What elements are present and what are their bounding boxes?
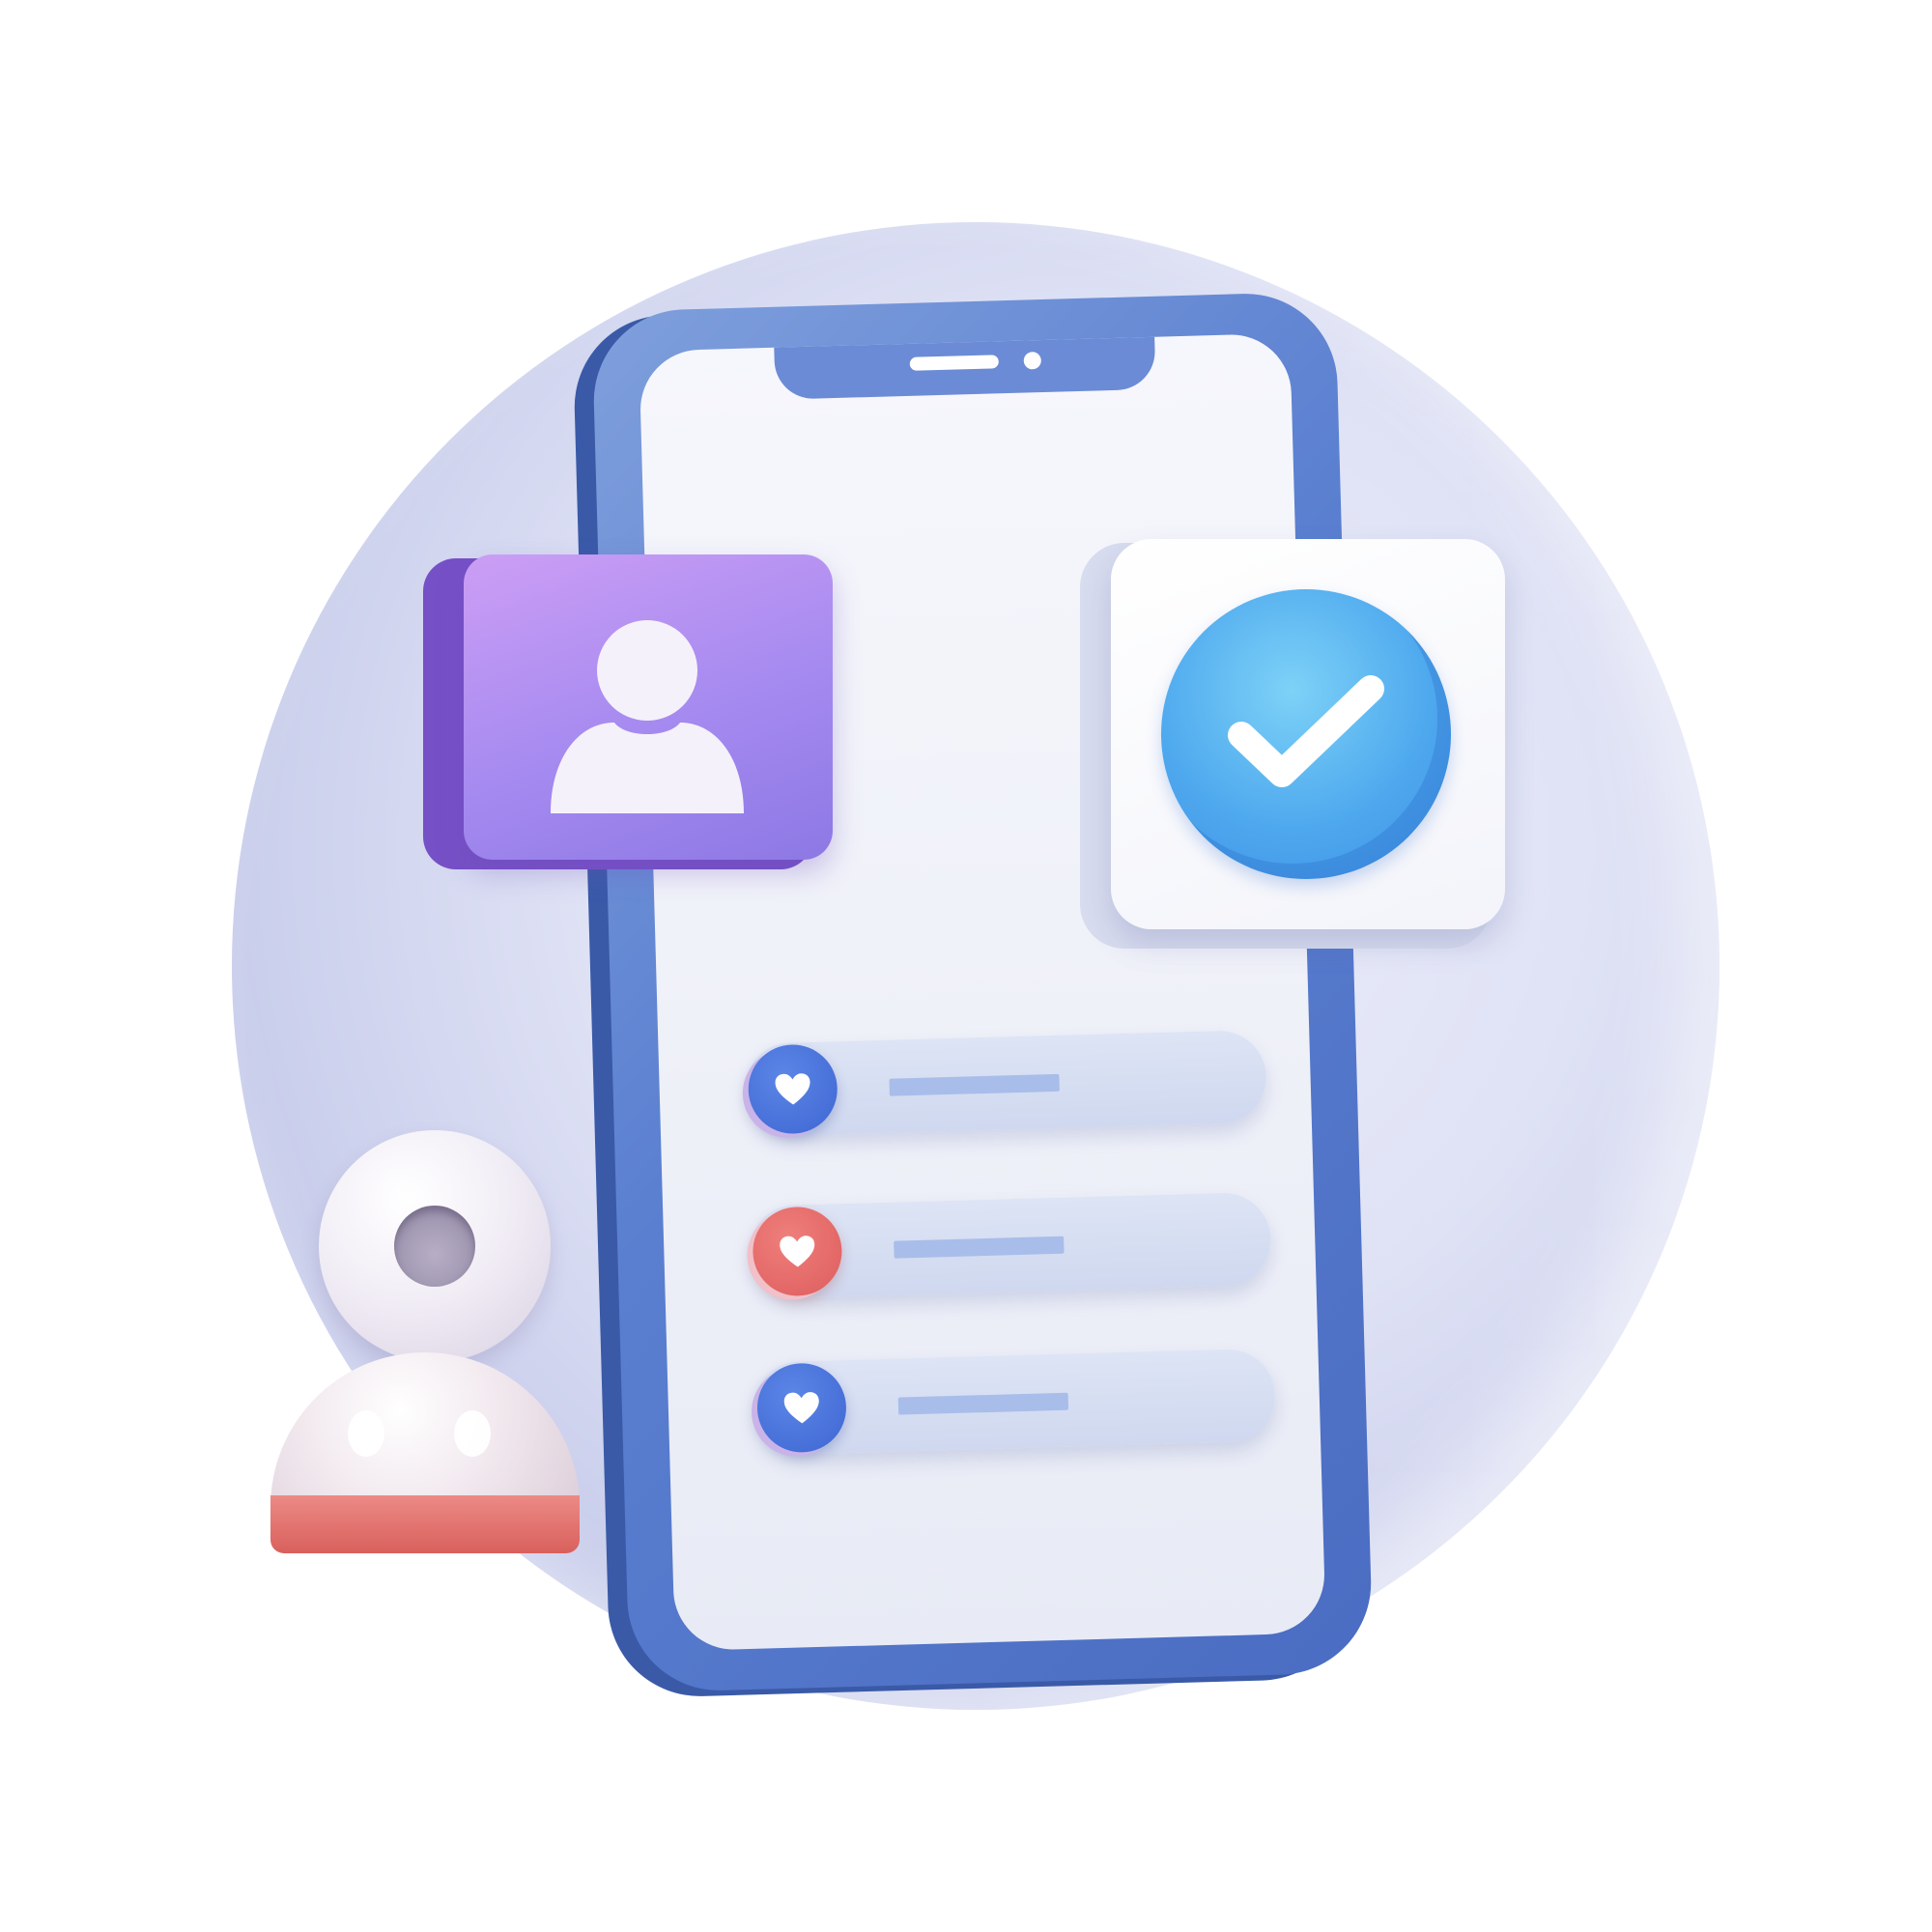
- figure-highlight: [454, 1410, 491, 1457]
- user-icon: [551, 620, 744, 813]
- camera-icon: [1023, 352, 1042, 370]
- heart-badge[interactable]: [747, 1043, 838, 1135]
- list-item-text-placeholder: [894, 1236, 1065, 1259]
- list-item[interactable]: [748, 1191, 1272, 1299]
- list-item-text-placeholder: [897, 1392, 1069, 1415]
- phone-notch: [774, 334, 1156, 400]
- list-item[interactable]: [752, 1348, 1277, 1456]
- speaker-icon: [909, 355, 999, 371]
- profile-card[interactable]: [464, 554, 833, 860]
- heart-icon: [775, 1073, 810, 1105]
- phone-screen: [639, 332, 1326, 1652]
- heart-badge[interactable]: [755, 1362, 848, 1454]
- list-item-text-placeholder: [889, 1073, 1060, 1096]
- check-badge: [1161, 589, 1451, 879]
- figure-head-hole: [394, 1206, 475, 1287]
- figure-highlight: [348, 1410, 384, 1457]
- list-item[interactable]: [743, 1029, 1267, 1137]
- person-figure: [261, 1130, 580, 1565]
- figure-base: [270, 1495, 580, 1553]
- phone: [591, 291, 1374, 1693]
- heart-icon: [783, 1392, 819, 1424]
- verified-card[interactable]: [1111, 539, 1505, 929]
- heart-icon: [780, 1236, 815, 1267]
- figure-head: [319, 1130, 551, 1362]
- illustration-stage: [0, 0, 1932, 1932]
- check-icon: [1228, 675, 1384, 787]
- heart-badge[interactable]: [752, 1206, 843, 1297]
